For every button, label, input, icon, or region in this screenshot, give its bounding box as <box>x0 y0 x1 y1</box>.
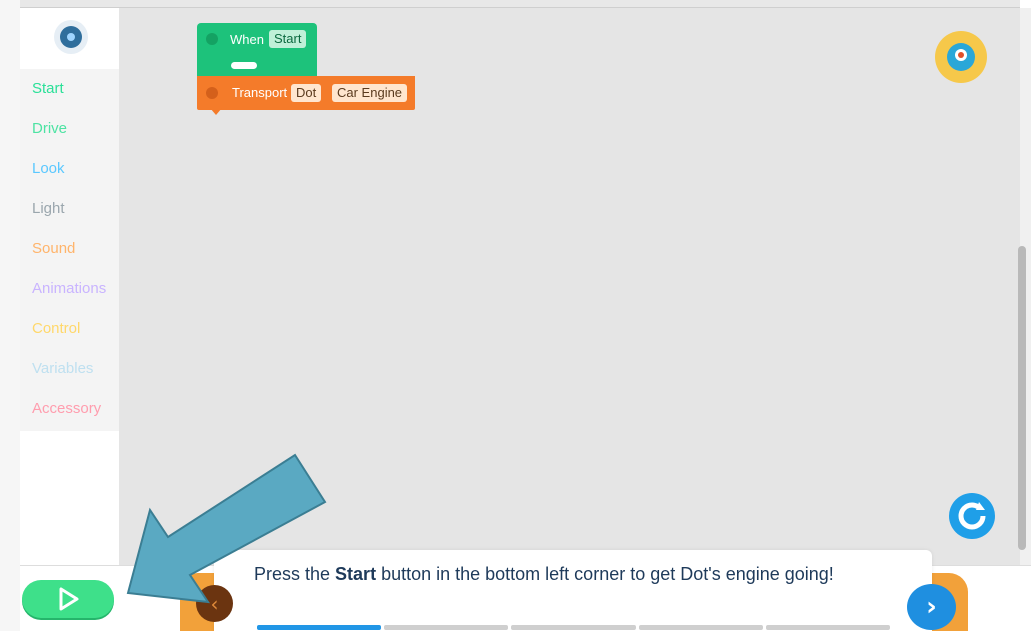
when-start-block[interactable]: When Start <box>197 23 317 77</box>
canvas-scrollbar-thumb[interactable] <box>1018 246 1026 550</box>
progress-step-2 <box>384 625 509 630</box>
transport-label: Transport <box>232 85 288 100</box>
reset-icon <box>958 502 986 530</box>
wonder-logo-icon <box>54 20 88 54</box>
category-light[interactable]: Light <box>20 189 119 229</box>
block-category-sidebar: Start Drive Look Light Sound Animations … <box>20 8 119 568</box>
transport-block[interactable]: Transport Dot Car Engine <box>197 76 415 110</box>
dot-robot-avatar-icon[interactable] <box>935 31 987 83</box>
category-start[interactable]: Start <box>20 69 119 109</box>
category-control[interactable]: Control <box>20 309 119 349</box>
block-handle-bar <box>231 62 257 69</box>
category-look[interactable]: Look <box>20 149 119 189</box>
block-connector-dot <box>206 87 218 99</box>
progress-step-3 <box>511 625 636 630</box>
left-edge-strip <box>0 0 20 631</box>
progress-step-1 <box>257 625 382 630</box>
tutorial-tip-card: Press the Start button in the bottom lef… <box>214 550 932 631</box>
category-drive[interactable]: Drive <box>20 109 119 149</box>
category-animations[interactable]: Animations <box>20 269 119 309</box>
previous-tip-button[interactable]: ‹ <box>196 585 233 622</box>
sidebar-logo[interactable] <box>20 8 119 69</box>
when-label: When <box>230 32 264 47</box>
trigger-chip[interactable]: Start <box>269 30 307 48</box>
start-button[interactable] <box>22 580 114 618</box>
category-accessory[interactable]: Accessory <box>20 389 119 429</box>
chevron-right-icon: › <box>926 592 937 622</box>
next-tip-button[interactable]: › <box>907 584 956 630</box>
robot-chip[interactable]: Dot <box>291 84 322 102</box>
category-list: Start Drive Look Light Sound Animations … <box>20 69 119 431</box>
block-connector-dot <box>206 33 218 45</box>
category-sound[interactable]: Sound <box>20 229 119 269</box>
reset-button[interactable] <box>949 493 995 539</box>
chevron-left-icon: ‹ <box>210 591 219 616</box>
progress-step-4 <box>638 625 763 630</box>
tip-progress-bar <box>257 625 891 630</box>
category-variables[interactable]: Variables <box>20 349 119 389</box>
sound-chip[interactable]: Car Engine <box>332 84 408 102</box>
play-icon <box>59 587 79 611</box>
top-bar <box>20 0 1020 8</box>
progress-step-5 <box>765 625 891 630</box>
tip-text: Press the Start button in the bottom lef… <box>254 564 834 584</box>
